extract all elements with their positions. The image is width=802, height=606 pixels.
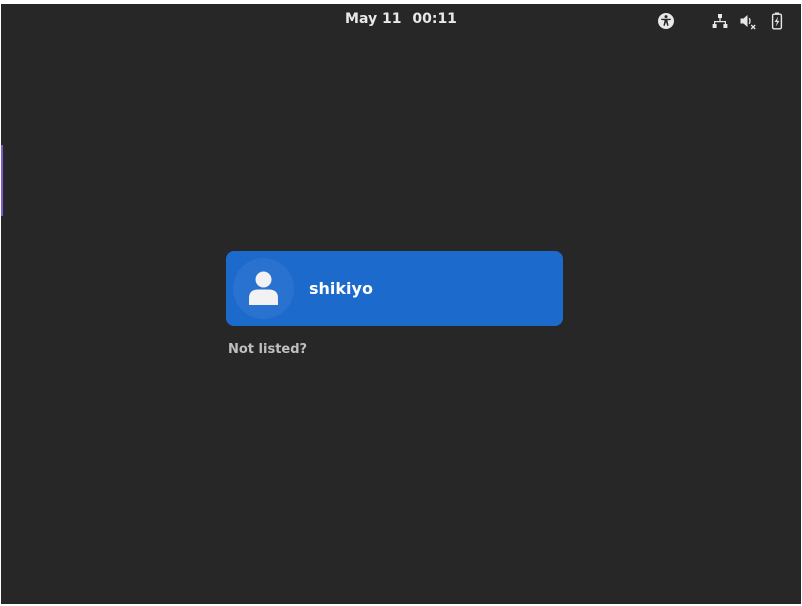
accessibility-icon[interactable]: [657, 12, 675, 29]
clock-time: 00:11: [412, 11, 457, 27]
volume-muted-icon[interactable]: [739, 12, 757, 30]
clock-date: May 11: [345, 11, 402, 27]
user-name: shikiyo: [309, 279, 373, 298]
not-listed-link[interactable]: Not listed?: [228, 342, 307, 357]
top-bar: May 11 00:11: [1, 4, 801, 34]
network-wired-icon[interactable]: [711, 12, 729, 28]
clock[interactable]: May 11 00:11: [1, 11, 801, 27]
battery-charging-icon[interactable]: [768, 12, 786, 30]
user-list-item[interactable]: shikiyo: [226, 251, 563, 326]
edge-accent-bar: [1, 145, 3, 216]
user-avatar-icon: [233, 258, 294, 319]
login-screen: May 11 00:11 shikiyo Not listed?: [1, 4, 801, 604]
